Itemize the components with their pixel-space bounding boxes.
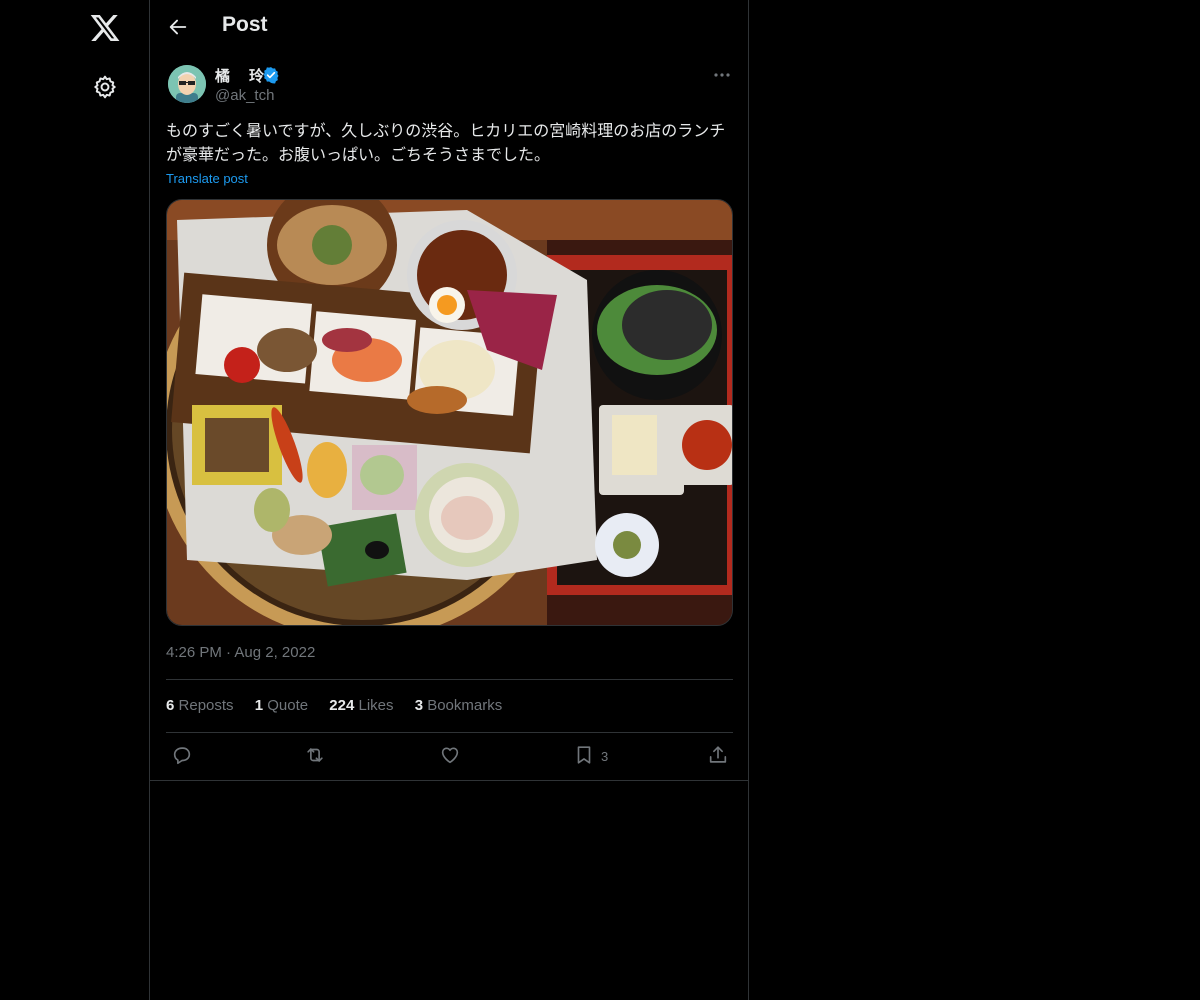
gear-icon[interactable] [92,74,118,100]
post-timestamp[interactable]: 4:26 PM · Aug 2, 2022 [166,644,315,661]
author-handle[interactable]: @ak_tch [215,87,274,104]
more-options-icon[interactable] [712,66,732,84]
divider [166,679,733,680]
post-actions: 3 [150,744,748,768]
divider [166,732,733,733]
timestamp-separator: · [226,644,232,661]
page-header: Post [150,0,748,54]
translate-post-link[interactable]: Translate post [166,171,248,186]
arrow-left-icon[interactable] [167,16,189,38]
author-name[interactable]: 橘 玲 [215,65,266,86]
likes-stat[interactable]: 224 Likes [329,697,393,714]
bookmark-icon[interactable]: 3 [573,744,623,768]
post-time: 4:26 PM [166,644,222,661]
bookmarks-stat[interactable]: 3 Bookmarks [415,697,503,714]
heart-icon[interactable] [439,744,461,768]
post-image[interactable] [166,199,733,626]
reply-icon[interactable] [171,744,193,768]
bookmark-count: 3 [601,749,609,764]
share-icon[interactable] [707,744,729,768]
x-logo-icon[interactable] [89,12,121,44]
page-title: Post [222,13,268,36]
avatar[interactable] [168,65,206,103]
post-text: ものすごく暑いですが、久しぶりの渋谷。ヒカリエの宮崎料理のお店のランチが豪華だっ… [166,121,726,164]
quotes-stat[interactable]: 1 Quote [255,697,308,714]
post-date: Aug 2, 2022 [234,644,316,661]
reposts-stat[interactable]: 6 Reposts [166,697,234,714]
divider [150,780,748,781]
post-stats: 6 Reposts 1 Quote 224 Likes 3 Bookmarks [166,697,519,714]
repost-icon[interactable] [304,744,326,768]
left-nav [0,0,149,1000]
verified-badge-icon [262,66,280,84]
primary-column: Post 橘 玲 @ak_tch ものすごく暑いですが、久しぶりの渋谷。ヒカリエ… [149,0,749,1000]
